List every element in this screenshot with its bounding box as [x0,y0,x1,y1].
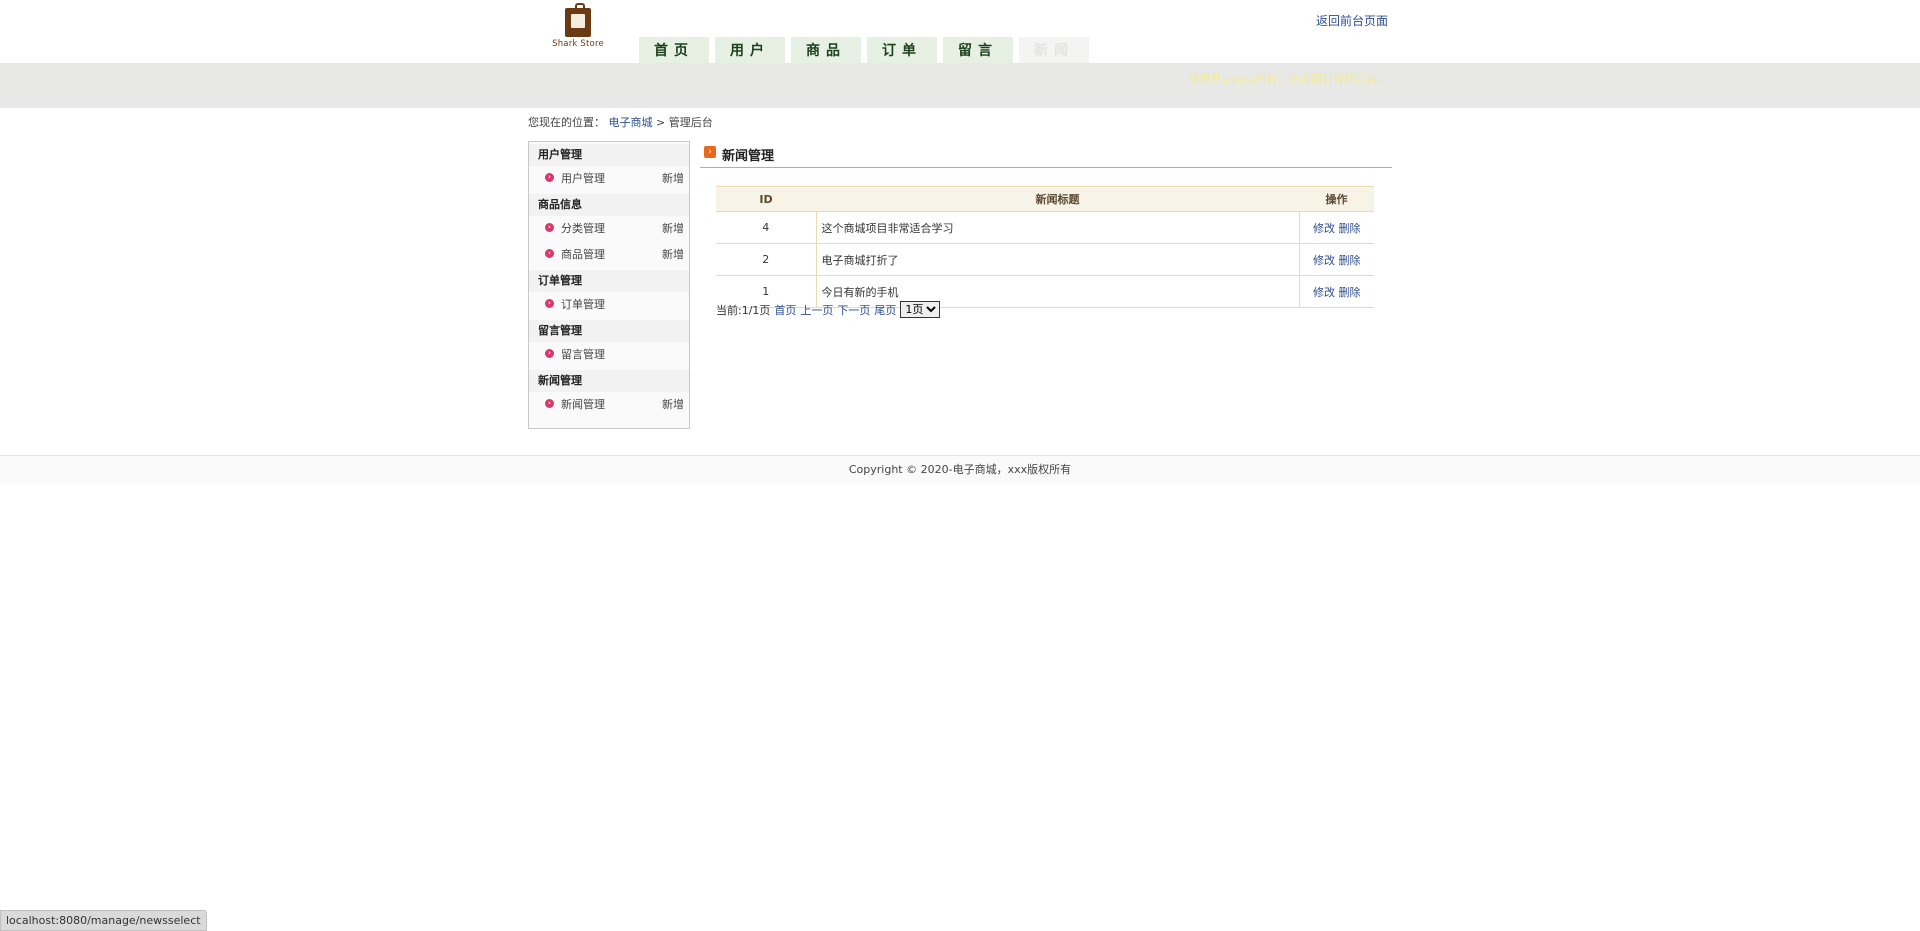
header: Shark Store 返回前台页面 首页 用户 商品 订单 留言 新闻 [528,0,1392,63]
nav-tab-news[interactable]: 新闻 [1019,37,1089,63]
table-header-row: ID 新闻标题 操作 [716,186,1374,212]
edit-link[interactable]: 修改 [1313,254,1335,267]
row-actions: 修改 删除 [1299,275,1374,308]
news-add-link[interactable]: 新增 [662,392,684,418]
breadcrumb-separator: > [656,116,666,129]
store-logo-icon [565,3,591,37]
news-table: ID 新闻标题 操作 4 这个商城项目非常适合学习 修改 删除 2 电子商城打折… [716,186,1374,308]
status-bar-url: localhost:8080/manage/newsselect [0,910,207,931]
copyright-text: Copyright © 2020-电子商城，xxx版权所有 [848,463,1072,476]
sidebar-section-news: 新闻管理 [529,370,689,392]
first-page-link[interactable]: 首页 [774,302,796,318]
news-title: 这个商城项目非常适合学习 [816,211,1300,244]
arrow-bullet-icon: › [545,399,554,408]
nav-tab-users[interactable]: 用户 [715,37,785,63]
sidebar-section-orders: 订单管理 [529,270,689,292]
main-title-row: › 新闻管理 [700,141,1392,168]
sidebar-item-product-manage: › 商品管理 新增 [529,242,689,268]
title-arrow-icon: › [704,146,716,158]
pagination: 当前:1/1页 首页 上一页 下一页 尾页 1页 [716,301,941,318]
next-page-link[interactable]: 下一页 [837,302,870,318]
logo-text: Shark Store [552,39,604,49]
breadcrumb-prefix: 您现在的位置： [528,116,605,129]
news-id: 4 [716,211,817,244]
arrow-bullet-icon: › [545,349,554,358]
sidebar-item-order-manage: › 订单管理 [529,292,689,318]
delete-link[interactable]: 删除 [1339,254,1361,267]
user-add-link[interactable]: 新增 [662,166,684,192]
main-content: › 新闻管理 ID 新闻标题 操作 4 这个商城项目非常适合学习 修改 删除 2… [700,141,1392,318]
product-add-link[interactable]: 新增 [662,242,684,268]
product-manage-link[interactable]: 商品管理 [561,242,605,268]
welcome-message: 管理员admin您好，欢迎回到管理后台。 [1188,73,1388,86]
news-title: 电子商城打折了 [816,243,1300,276]
sidebar: 用户管理 › 用户管理 新增 商品信息 › 分类管理 新增 › 商品管理 新增 … [528,141,690,429]
table-row: 2 电子商城打折了 修改 删除 [716,243,1374,276]
category-manage-link[interactable]: 分类管理 [561,216,605,242]
sidebar-item-category-manage: › 分类管理 新增 [529,216,689,242]
page-title: 新闻管理 [722,149,775,164]
page-select[interactable]: 1页 [900,301,941,318]
column-header-actions: 操作 [1299,186,1374,212]
edit-link[interactable]: 修改 [1313,286,1335,299]
page-status: 当前:1/1页 [716,303,771,317]
sidebar-item-message-manage: › 留言管理 [529,342,689,368]
footer: Copyright © 2020-电子商城，xxx版权所有 [0,455,1920,484]
row-actions: 修改 删除 [1299,243,1374,276]
news-manage-link[interactable]: 新闻管理 [561,392,605,418]
arrow-bullet-icon: › [545,223,554,232]
main-nav: 首页 用户 商品 订单 留言 新闻 [639,37,1095,63]
breadcrumb: 您现在的位置： 电子商城 > 管理后台 [528,114,713,130]
column-header-id: ID [716,186,816,212]
arrow-bullet-icon: › [545,299,554,308]
nav-tab-home[interactable]: 首页 [639,37,709,63]
nav-tab-messages[interactable]: 留言 [943,37,1013,63]
message-manage-link[interactable]: 留言管理 [561,342,605,368]
user-manage-link[interactable]: 用户管理 [561,166,605,192]
column-header-title: 新闻标题 [816,186,1299,212]
breadcrumb-current: 管理后台 [668,116,713,129]
order-manage-link[interactable]: 订单管理 [561,292,605,318]
last-page-link[interactable]: 尾页 [874,302,896,318]
sidebar-section-products: 商品信息 [529,194,689,216]
delete-link[interactable]: 删除 [1339,222,1361,235]
sidebar-item-news-manage: › 新闻管理 新增 [529,392,689,418]
arrow-bullet-icon: › [545,249,554,258]
welcome-bar: 管理员admin您好，欢迎回到管理后台。 [0,63,1920,108]
return-frontend-link[interactable]: 返回前台页面 [1316,12,1388,29]
news-id: 2 [716,243,817,276]
sidebar-section-users: 用户管理 [529,144,689,166]
arrow-bullet-icon: › [545,173,554,182]
table-row: 4 这个商城项目非常适合学习 修改 删除 [716,211,1374,244]
sidebar-section-messages: 留言管理 [529,320,689,342]
prev-page-link[interactable]: 上一页 [800,302,833,318]
logo[interactable]: Shark Store [548,3,608,52]
sidebar-item-user-manage: › 用户管理 新增 [529,166,689,192]
delete-link[interactable]: 删除 [1339,286,1361,299]
breadcrumb-home-link[interactable]: 电子商城 [609,116,653,129]
nav-tab-products[interactable]: 商品 [791,37,861,63]
nav-tab-orders[interactable]: 订单 [867,37,937,63]
category-add-link[interactable]: 新增 [662,216,684,242]
row-actions: 修改 删除 [1299,211,1374,244]
edit-link[interactable]: 修改 [1313,222,1335,235]
